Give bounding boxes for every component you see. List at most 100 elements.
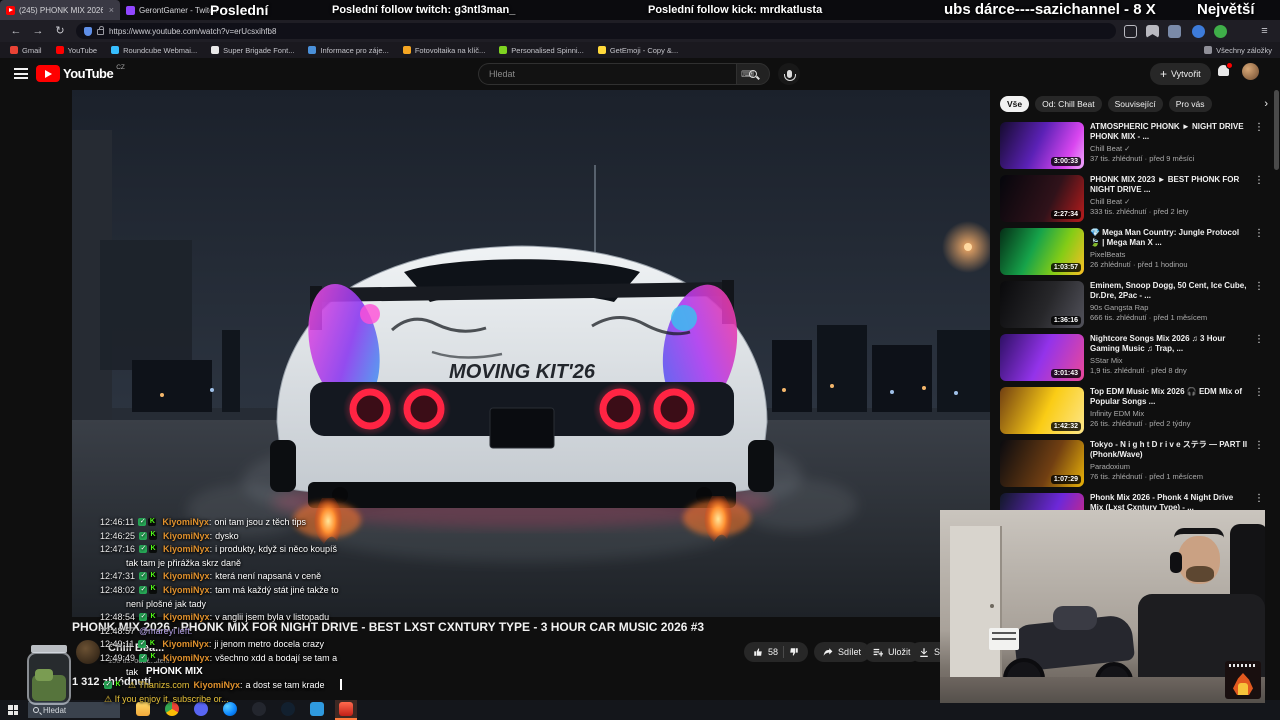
bookmark-item[interactable]: GetEmoji - Copy &... [597, 46, 678, 55]
search-input[interactable] [478, 63, 736, 85]
suggested-video[interactable]: 1:07:29 Tokyo - N i g h t D r i v e ステラ … [1000, 440, 1274, 487]
more-options-icon[interactable]: ⋮ [1254, 387, 1264, 434]
tracking-shield-icon[interactable] [84, 26, 92, 36]
bookmark-item[interactable]: Personalised Spinni... [499, 46, 584, 55]
suggested-video-title[interactable]: Tokyo - N i g h t D r i v e ステラ — PART I… [1090, 440, 1248, 460]
video-thumbnail[interactable]: 3:00:33 [1000, 122, 1084, 169]
suggested-video-title[interactable]: 💎 Mega Man Country: Jungle Protocol 🍃 | … [1090, 228, 1248, 248]
chat-text: dysko [215, 530, 239, 541]
more-options-icon[interactable]: ⋮ [1254, 281, 1264, 328]
adblock-icon[interactable] [1214, 25, 1227, 38]
chat-text: tam má každý stát jiné takže to [215, 584, 339, 595]
suggested-video-channel[interactable]: Paradoxium [1090, 462, 1248, 471]
forward-icon[interactable]: → [30, 23, 46, 39]
menu-icon[interactable]: ≡ [1258, 25, 1271, 38]
filter-chip[interactable]: Vše [1000, 96, 1030, 112]
bookmarks-library-icon[interactable] [1146, 25, 1159, 38]
create-button[interactable]: + Vytvořit [1150, 63, 1211, 85]
chat-username[interactable]: KiyomiNyx [163, 531, 215, 541]
suggested-video-channel[interactable]: Infinity EDM Mix [1090, 409, 1248, 418]
video-thumbnail[interactable]: 1:03:57 [1000, 228, 1084, 275]
more-options-icon[interactable]: ⋮ [1254, 440, 1264, 487]
chat-text: oni tam jsou z těch tips [214, 517, 306, 527]
bookmark-item[interactable]: Roundcube Webmai... [111, 46, 197, 55]
chat-username[interactable]: KiyomiNyx [163, 571, 215, 581]
profile-avatar[interactable] [1242, 63, 1259, 80]
suggested-video-channel[interactable]: 90s Gangsta Rap [1090, 303, 1248, 312]
suggested-video-channel[interactable]: Chill Beat ✓ [1090, 144, 1248, 153]
suggested-video-title[interactable]: Top EDM Music Mix 2026 🎧 EDM Mix of Popu… [1090, 387, 1248, 407]
suggested-video-channel[interactable]: SStar Mix [1090, 356, 1248, 365]
tab-youtube[interactable]: (245) PHONK MIX 2026 - P × [0, 0, 120, 20]
bookmark-favicon-icon [55, 46, 64, 54]
page-scrollbar[interactable] [1273, 58, 1280, 700]
suggested-video-channel[interactable]: Chill Beat ✓ [1090, 197, 1248, 206]
filter-chips: Vše Od: Chill Beat Související Pro vás › [1000, 96, 1274, 112]
chat-username[interactable]: KiyomiNyx [163, 612, 215, 622]
filter-chip[interactable]: Pro vás [1168, 96, 1212, 112]
chat-text: ji jenom metro docela crazy [214, 639, 324, 650]
chat-username[interactable]: KiyomiNyx [193, 680, 245, 690]
extensions-icon[interactable] [1168, 25, 1181, 38]
save-playlist-icon [873, 648, 883, 657]
share-button[interactable]: Sdílet [814, 642, 871, 662]
reload-icon[interactable]: ↻ [52, 23, 68, 39]
filter-chip[interactable]: Související [1107, 96, 1163, 112]
chat-username[interactable]: KiyomiNyx [162, 639, 214, 649]
more-options-icon[interactable]: ⋮ [1254, 334, 1264, 381]
subscriber-badge-icon [139, 651, 148, 665]
guide-hamburger-icon[interactable] [14, 68, 28, 79]
chat-username[interactable]: KiyomiNyx [163, 653, 215, 663]
chat-username[interactable]: KiyomiNyx [162, 517, 214, 527]
bookmark-item[interactable]: Super Brigade Font... [211, 46, 294, 55]
all-bookmarks-button[interactable]: Všechny záložky [1204, 42, 1272, 58]
url-text[interactable]: https://www.youtube.com/watch?v=erUcsxih… [109, 27, 276, 36]
scrollbar-thumb[interactable] [1274, 90, 1279, 170]
video-thumbnail[interactable]: 1:36:16 [1000, 281, 1084, 328]
suggested-video-title[interactable]: ATMOSPHERIC PHONK ► NIGHT DRIVE PHONK MI… [1090, 122, 1248, 142]
bookmark-favicon-icon [111, 46, 120, 54]
bookmark-item[interactable]: Fotovoltaika na klíč... [402, 46, 485, 55]
channel-avatar[interactable] [76, 640, 100, 664]
chat-text: @mareyi left. [139, 625, 193, 636]
screenshot-icon[interactable] [1124, 25, 1137, 38]
lock-icon[interactable] [97, 26, 104, 35]
windows-logo-icon [8, 705, 18, 715]
more-options-icon[interactable]: ⋮ [1254, 228, 1264, 275]
headphone-earcup [1170, 552, 1182, 573]
suggested-video-title[interactable]: Nightcore Songs Mix 2026 ♫ 3 Hour Gaming… [1090, 334, 1248, 354]
video-thumbnail[interactable]: 1:07:29 [1000, 440, 1084, 487]
close-tab-icon[interactable]: × [107, 5, 114, 15]
more-options-icon[interactable]: ⋮ [1254, 122, 1264, 169]
back-icon[interactable]: ← [8, 23, 24, 39]
subscriber-badge-icon [139, 583, 148, 597]
video-thumbnail[interactable]: 1:42:32 [1000, 387, 1084, 434]
filter-chip[interactable]: Od: Chill Beat [1035, 96, 1102, 112]
chat-username[interactable]: KiyomiNyx [163, 585, 215, 595]
youtube-logo[interactable]: YouTube CZ [36, 64, 125, 82]
suggested-video-title[interactable]: Eminem, Snoop Dogg, 50 Cent, Ice Cube, D… [1090, 281, 1248, 301]
video-thumbnail[interactable]: 2:27:34 [1000, 175, 1084, 222]
suggested-video[interactable]: 3:00:33 ATMOSPHERIC PHONK ► NIGHT DRIVE … [1000, 122, 1274, 169]
suggested-video-title[interactable]: PHONK MIX 2023 ► BEST PHONK FOR NIGHT DR… [1090, 175, 1248, 195]
voice-search-button[interactable] [778, 63, 800, 85]
bookmark-item[interactable]: YouTube [55, 46, 97, 55]
suggested-video[interactable]: 2:27:34 PHONK MIX 2023 ► BEST PHONK FOR … [1000, 175, 1274, 222]
like-dislike-buttons[interactable]: 58 [744, 642, 809, 662]
suggested-video[interactable]: 1:03:57 💎 Mega Man Country: Jungle Proto… [1000, 228, 1274, 275]
suggested-video[interactable]: 1:42:32 Top EDM Music Mix 2026 🎧 EDM Mix… [1000, 387, 1274, 434]
notification-badge [1226, 62, 1233, 69]
suggested-video[interactable]: 3:01:43 Nightcore Songs Mix 2026 ♫ 3 Hou… [1000, 334, 1274, 381]
suggested-video[interactable]: 1:36:16 Eminem, Snoop Dogg, 50 Cent, Ice… [1000, 281, 1274, 328]
bookmarks-bar: Gmail YouTube Roundcube Webmai... Super … [0, 42, 1280, 58]
video-thumbnail[interactable]: 3:01:43 [1000, 334, 1084, 381]
more-options-icon[interactable]: ⋮ [1254, 175, 1264, 222]
address-bar[interactable]: https://www.youtube.com/watch?v=erUcsxih… [76, 23, 1116, 39]
notifications-bell[interactable] [1216, 62, 1233, 79]
bookmark-item[interactable]: Gmail [10, 46, 42, 55]
suggested-video-channel[interactable]: PixelBeats [1090, 250, 1248, 259]
account-icon[interactable] [1192, 25, 1205, 38]
bookmark-item[interactable]: Informace pro záje... [308, 46, 389, 55]
chat-username[interactable]: KiyomiNyx [163, 544, 215, 554]
folder-icon [1204, 46, 1213, 54]
